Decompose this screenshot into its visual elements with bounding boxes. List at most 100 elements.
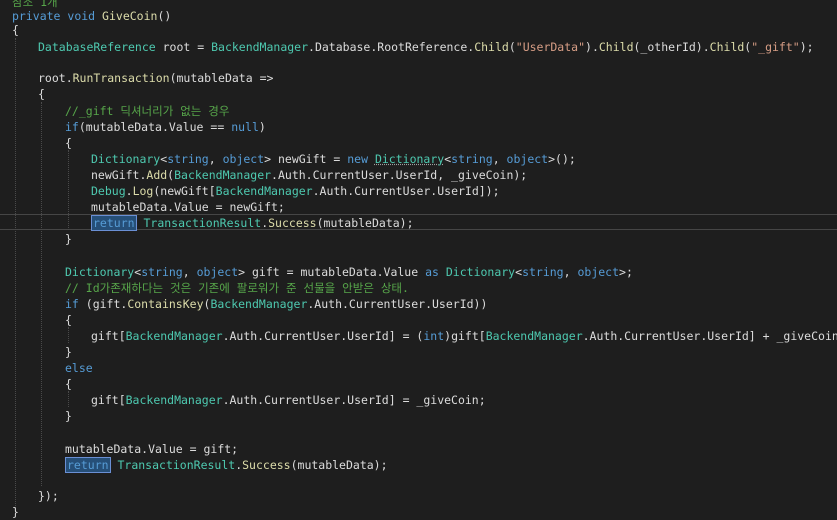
code-token: new (347, 152, 369, 166)
code-token: Dictionary (374, 152, 445, 166)
code-token: (mutableData); (290, 458, 388, 472)
code-token: .Auth.CurrentUser.UserId] = ( (222, 329, 424, 343)
code-token: "UserData" (515, 40, 586, 54)
code-line[interactable]: if(mutableData.Value == null) (65, 119, 266, 135)
code-token: "_gift" (751, 40, 800, 54)
code-line[interactable]: return TransactionResult.Success(mutable… (91, 215, 414, 231)
code-line[interactable]: gift[BackendManager.Auth.CurrentUser.Use… (91, 328, 837, 344)
code-token: { (38, 87, 45, 101)
code-token: () (157, 9, 172, 23)
code-line[interactable]: } (65, 231, 72, 247)
code-token: TransactionResult (143, 216, 262, 230)
code-token: RunTransaction (72, 71, 170, 85)
code-line[interactable]: else (65, 360, 93, 376)
code-token: gift[ (91, 393, 126, 407)
code-token: }); (38, 489, 59, 503)
code-token: mutableData.Value = newGift; (91, 200, 285, 214)
code-token: Dictionary (445, 265, 516, 279)
code-token: (mutableData); (316, 216, 414, 230)
code-line[interactable]: { (65, 376, 72, 392)
code-token: Child (709, 40, 745, 54)
code-token: ContainsKey (127, 297, 204, 311)
code-token: (_otherId). (633, 40, 710, 54)
code-token: (mutableData.Value == (78, 120, 232, 134)
code-token: > newGift = (264, 152, 348, 166)
code-line[interactable]: return TransactionResult.Success(mutable… (65, 457, 388, 473)
code-token: private (12, 9, 61, 23)
code-token: , (182, 265, 197, 279)
code-line[interactable]: } (65, 344, 72, 360)
code-token: .Database.RootReference. (308, 40, 475, 54)
code-token: Success (242, 458, 291, 472)
code-token: Dictionary (91, 152, 161, 166)
code-line[interactable]: { (65, 312, 72, 328)
code-line[interactable]: // Id가존재하다는 것은 기존에 팔로워가 준 선물을 안받은 상태. (65, 280, 409, 296)
code-token: if (65, 120, 79, 134)
code-line[interactable]: }); (38, 488, 59, 504)
code-line[interactable]: root.RunTransaction(mutableData => (38, 70, 273, 86)
code-editor[interactable]: 참조 1개 private void GiveCoin(){DatabaseRef… (0, 0, 837, 520)
code-token: BackendManager (174, 168, 272, 182)
code-token: //_gift 딕셔너리가 없는 경우 (65, 104, 230, 118)
code-line[interactable]: DatabaseReference root = BackendManager.… (38, 39, 814, 55)
code-token: return (91, 215, 137, 231)
code-token: newGift. (91, 168, 147, 182)
code-token: root. (38, 71, 73, 85)
code-line[interactable]: private void GiveCoin() (12, 8, 171, 24)
code-line[interactable]: //_gift 딕셔너리가 없는 경우 (65, 103, 229, 119)
code-token: object (196, 265, 239, 279)
code-token: } (65, 345, 72, 359)
code-token: >; (619, 265, 633, 279)
indent-guide (15, 38, 16, 508)
code-line[interactable]: { (65, 135, 72, 151)
code-token: > gift = mutableData.Value (238, 265, 426, 279)
code-token: BackendManager (485, 329, 583, 343)
code-token: , (563, 265, 578, 279)
code-line[interactable]: gift[BackendManager.Auth.CurrentUser.Use… (91, 392, 486, 408)
code-line[interactable]: { (12, 22, 19, 38)
code-token: } (65, 232, 72, 246)
code-token: ). (585, 40, 599, 54)
code-token: .Auth.CurrentUser.UserId, _giveCoin); (271, 168, 528, 182)
code-token: string (451, 152, 493, 166)
code-line[interactable]: Dictionary<string, object> newGift = new… (91, 151, 576, 167)
code-line[interactable]: mutableData.Value = newGift; (91, 199, 285, 215)
code-token: >(); (548, 152, 576, 166)
code-token: int (423, 329, 445, 343)
code-token: root = (155, 40, 212, 54)
code-line[interactable]: newGift.Add(BackendManager.Auth.CurrentU… (91, 167, 527, 183)
code-token: , (208, 152, 223, 166)
code-token: Add (146, 168, 168, 182)
code-line[interactable]: if (gift.ContainsKey(BackendManager.Auth… (65, 296, 487, 312)
code-line[interactable]: } (65, 408, 72, 424)
code-line[interactable]: } (12, 504, 19, 520)
code-token: if (65, 297, 79, 311)
code-token: null (231, 120, 259, 134)
code-token: , (492, 152, 507, 166)
code-token: BackendManager (215, 184, 313, 198)
code-token: . (125, 184, 133, 198)
code-token: Child (598, 40, 634, 54)
code-token: string (522, 265, 564, 279)
code-token: .Auth.CurrentUser.UserId] + _giveCoin; (582, 329, 837, 343)
code-token: gift[ (91, 329, 126, 343)
code-line[interactable]: Dictionary<string, object> gift = mutabl… (65, 264, 633, 280)
code-token: // Id가존재하다는 것은 기존에 팔로워가 준 선물을 안받은 상태. (65, 281, 409, 295)
code-token: Log (132, 184, 154, 198)
code-token: DatabaseReference (38, 40, 156, 54)
code-token: ) (258, 120, 266, 134)
code-line[interactable]: mutableData.Value = gift; (65, 441, 238, 457)
code-token: (mutableData => (169, 71, 274, 85)
code-token: (newGift[ (153, 184, 216, 198)
code-line[interactable]: Debug.Log(newGift[BackendManager.Auth.Cu… (91, 183, 500, 199)
code-token: BackendManager (125, 393, 223, 407)
code-token: Dictionary (65, 265, 135, 279)
code-token: Debug (91, 184, 126, 198)
code-line[interactable]: { (38, 86, 45, 102)
code-token: Child (474, 40, 509, 54)
code-token: object (222, 152, 265, 166)
code-token: as (425, 265, 439, 279)
code-token: } (65, 409, 72, 423)
code-token: .Auth.CurrentUser.UserId)) (307, 297, 488, 311)
